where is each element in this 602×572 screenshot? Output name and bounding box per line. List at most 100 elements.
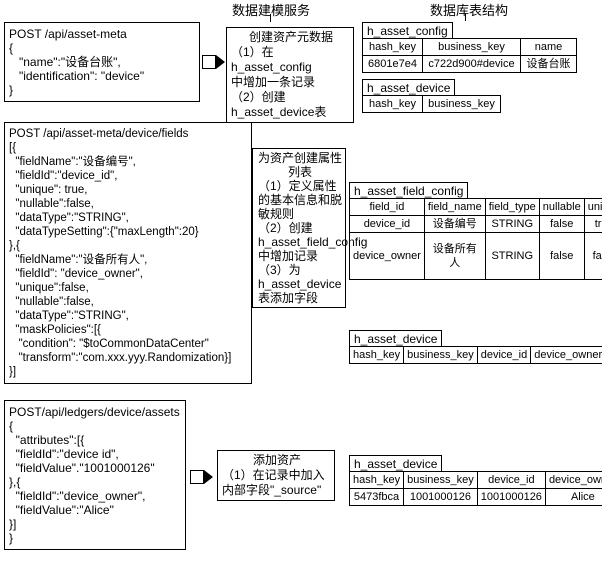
table-h-asset-config: hash_keybusiness_keyname 6801e7e4c722d90… [362,38,577,73]
r1l5: } [9,83,13,97]
p1l3: 中增加一条记录 [231,75,351,90]
t3h4: nullable [539,199,584,216]
r2l8: "dataTypeSetting":{"maxLength":20} [9,226,199,238]
t4h4: device_owner [531,347,602,364]
t3r2c1: device_owner [350,233,425,280]
r2l1: POST /api/asset-meta/device/fields [9,128,188,140]
r1l1: POST /api/asset-meta [9,27,127,41]
arrow-1 [202,55,225,72]
r2l11: "fieldId": "device_owner", [9,268,143,280]
table-h-asset-field-config: field_id field_name field_type nullable … [349,198,602,280]
process-box-1: 创建资产元数据 （1）在h_asset_config 中增加一条记录 （2）创建… [226,27,354,123]
p1l5: h_asset_device表 [231,105,351,120]
r3l1: POST/api/ledgers/device/assets [9,405,180,419]
table-h-asset-device-empty: hash_keybusiness_key [362,95,501,113]
t3r1c1: device_id [350,216,425,233]
t3h1: field_id [350,199,425,216]
r2l16: "condition": "$toCommonDataCenter" [9,338,209,350]
arrow-3 [190,470,213,487]
t3r1c5: true [584,216,602,233]
process-box-2: 为资产创建属性列表 （1）定义属性的基本信息和脱敏规则 （2）创建h_asset… [252,148,346,308]
t2h2: business_key [423,96,501,113]
t3r2c4: false [539,233,584,280]
t5h1: hash_key [350,472,404,489]
p2l1: 为资产创建属性列表 [258,151,342,179]
r2l17: "transform":"com.xxx.yyy.Randomization}] [9,352,231,364]
t1d1: 6801e7e4 [363,56,423,73]
r2l2: [{ [9,142,16,154]
p2l3: （2）创建h_asset_field_config中增加记录 [258,221,342,263]
t5h4: device_owner [545,472,602,489]
request-box-2: POST /api/asset-meta/device/fields [{ "f… [4,122,252,384]
request-box-1: POST /api/asset-meta { "name":"设备台账", "i… [4,22,200,102]
r2l18: }] [9,366,16,378]
t5h3: device_id [477,472,545,489]
p2l4: （3）为h_asset_device表添加字段 [258,263,342,305]
r2l9: },{ [9,240,20,252]
t1h1: hash_key [363,39,423,56]
r3l3: "attributes":[{ [9,433,84,447]
t3r1c2: 设备编号 [424,216,485,233]
t3r1c3: STRING [485,216,539,233]
r2l4: "fieldId":"device_id", [9,170,117,182]
p1l2: （1）在h_asset_config [231,45,351,75]
t5d3: 1001000126 [477,489,545,506]
t3r2c5: false [584,233,602,280]
r1l4: "identification": "device" [9,69,144,83]
p3l1: 添加资产 [222,453,332,468]
r3l2: { [9,419,13,433]
t4h3: device_id [477,347,530,364]
r3l10: } [9,531,13,545]
table4-name: h_asset_device [349,330,442,347]
process-box-3: 添加资产 （1）在记录中加入内部字段"_source" [217,450,335,501]
r3l5: "fieldValue"."1001000126" [9,461,155,475]
t5d2: 1001000126 [404,489,478,506]
t3r1c4: false [539,216,584,233]
request-box-3: POST/api/ledgers/device/assets { "attrib… [4,400,186,550]
t5d1: 5473fbca [350,489,404,506]
p1l1: 创建资产元数据 [231,30,351,45]
r3l9: }] [9,517,16,531]
p2l2: （1）定义属性的基本信息和脱敏规则 [258,179,342,221]
t1h2: business_key [423,39,521,56]
p3l2: （1）在记录中加入内部字段"_source" [222,468,332,498]
t3h2: field_name [424,199,485,216]
r2l5: "unique": true, [9,184,88,196]
t1d3: 设备台账 [521,56,577,73]
t1h3: name [521,39,577,56]
t5d4: Alice [545,489,602,506]
t1d2: c722d900#device [423,56,521,73]
r3l4: "fieldId":"device id", [9,447,119,461]
r2l15: "maskPolicies":[{ [9,324,101,336]
t5h2: business_key [404,472,478,489]
t3h3: field_type [485,199,539,216]
table5-name: h_asset_device [349,455,442,472]
table2-name: h_asset_device [362,79,455,96]
r3l6: },{ [9,475,20,489]
hdr-line-c [270,14,271,22]
t3h5: unique [584,199,602,216]
header-right: 数据库表结构 [430,0,508,19]
table-h-asset-device-data: hash_key business_key device_id device_o… [349,471,602,506]
r1l2: { [9,41,13,55]
header-center: 数据建模服务 [232,0,310,19]
r2l6: "nullable":false, [9,198,94,210]
r3l7: "fieldId":"device_owner", [9,489,145,503]
r2l7: "dataType":"STRING", [9,212,129,224]
r3l8: "fieldValue":"Alice" [9,503,114,517]
table1-name: h_asset_config [362,22,453,39]
p1l4: （2）创建 [231,90,351,105]
t3r2c2: 设备所有人 [424,233,485,280]
table-h-asset-device-cols: hash_key business_key device_id device_o… [349,346,602,364]
t4h2: business_key [404,347,478,364]
r2l12: "unique":false, [9,282,89,294]
r2l10: "fieldName":"设备所有人", [9,254,147,266]
t3r2c3: STRING [485,233,539,280]
t2h1: hash_key [363,96,423,113]
diagram-root: 数据建模服务 数据库表结构 POST /api/asset-meta { "na… [0,0,602,572]
r2l13: "nullable":false, [9,296,94,308]
table3-name: h_asset_field_config [349,182,468,199]
hdr-line-r [465,14,466,21]
r2l3: "fieldName":"设备编号", [9,156,136,168]
t4h1: hash_key [350,347,404,364]
